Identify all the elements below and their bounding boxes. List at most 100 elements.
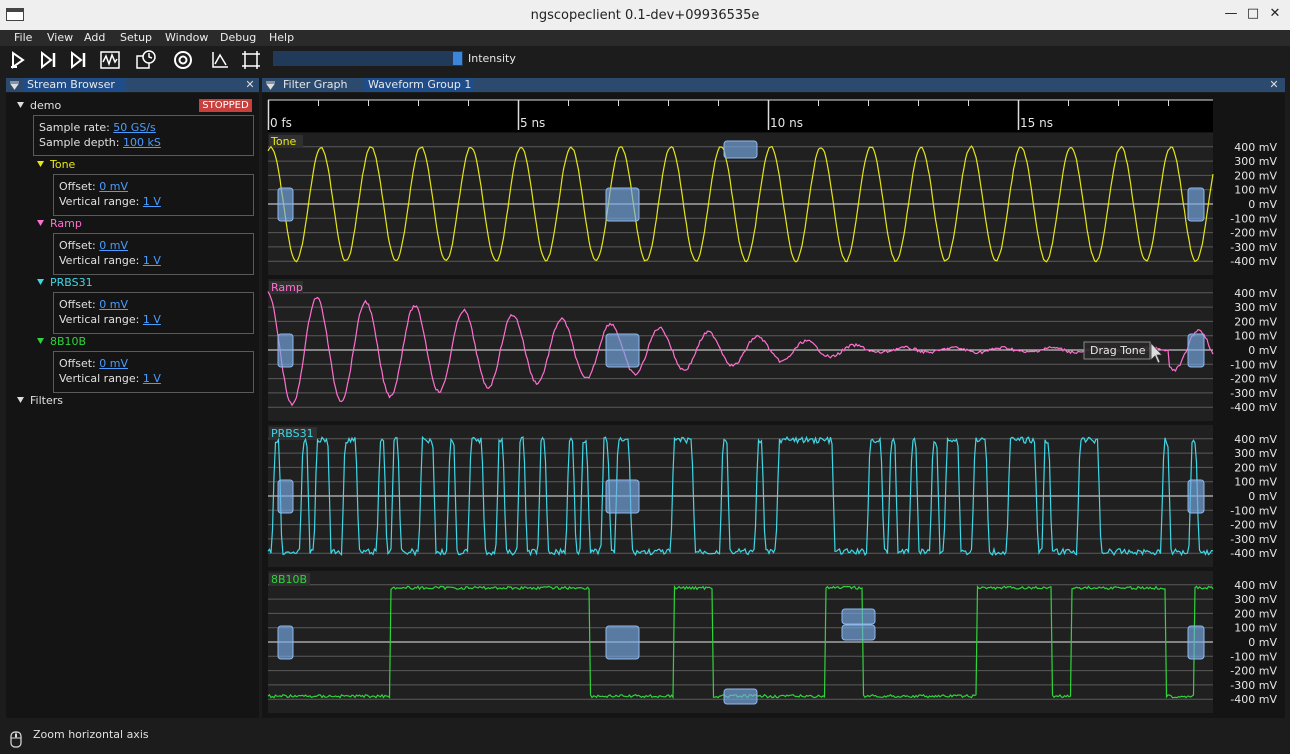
timeline-tick-label: 0 fs [270, 116, 292, 130]
drag-handle[interactable] [277, 333, 294, 368]
drag-handle[interactable] [277, 625, 294, 660]
tab-stream-browser[interactable]: Stream Browser [23, 78, 126, 92]
channel-name[interactable]: PRBS31 [50, 276, 93, 289]
expand-arrow-icon[interactable] [37, 220, 44, 227]
offset-link[interactable]: 0 mV [99, 239, 128, 252]
menu-view[interactable]: View [47, 31, 73, 44]
timeline-tick-label: 10 ns [770, 116, 803, 130]
drag-handle[interactable] [605, 187, 640, 222]
y-axis-label: -400 mV [1230, 547, 1277, 560]
drag-handle[interactable] [841, 624, 876, 641]
expand-arrow-icon[interactable] [37, 161, 44, 168]
offset-link[interactable]: 0 mV [99, 180, 128, 193]
y-axis-label: 400 mV [1234, 141, 1277, 154]
drag-handle[interactable] [1187, 187, 1205, 222]
vertical-range-link[interactable]: 1 V [143, 313, 161, 326]
vertical-range-link[interactable]: 1 V [143, 254, 161, 267]
y-axis-label: 100 mV [1234, 330, 1277, 343]
offset-link[interactable]: 0 mV [99, 298, 128, 311]
y-axis-label: -300 mV [1230, 387, 1277, 400]
drag-handle[interactable] [277, 479, 294, 514]
drag-handle[interactable] [277, 187, 294, 222]
expand-arrow-icon[interactable] [17, 102, 24, 109]
collapse-panel-icon[interactable] [10, 81, 19, 90]
drag-handle[interactable] [605, 479, 640, 514]
waveform-area[interactable]: 0 fs 5 ns 10 ns 15 ns400 mV300 mV200 mV100 … [262, 93, 1285, 718]
drag-handle[interactable] [605, 625, 640, 660]
measure-icon[interactable] [210, 50, 230, 70]
maximize-button[interactable]: □ [1245, 6, 1261, 22]
tab-filter-graph[interactable]: Filter Graph [279, 78, 365, 92]
vertical-range-link[interactable]: 1 V [143, 372, 161, 385]
channel-name[interactable]: Tone [50, 158, 75, 171]
menu-debug[interactable]: Debug [220, 31, 256, 44]
offset-link[interactable]: 0 mV [99, 357, 128, 370]
close-stream-browser-icon[interactable]: ✕ [244, 78, 256, 92]
history-icon[interactable] [136, 50, 156, 70]
intensity-slider[interactable] [273, 51, 463, 66]
offset-row: Offset: 0 mV [59, 180, 129, 193]
window-titlebar: ngscopeclient 0.1-dev+09936535e — □ ✕ [0, 0, 1290, 31]
tab-waveform-group[interactable]: Waveform Group 1 [364, 78, 474, 92]
single-trigger-icon[interactable] [39, 50, 59, 70]
drag-handle[interactable] [723, 688, 758, 705]
y-axis-label: -300 mV [1230, 533, 1277, 546]
timeline-ruler[interactable] [268, 100, 1213, 132]
arm-trigger-icon[interactable] [9, 50, 29, 70]
menu-add[interactable]: Add [84, 31, 105, 44]
drag-handle[interactable] [1187, 625, 1205, 660]
plot-label[interactable]: 8B10B [271, 573, 307, 586]
force-trigger-icon[interactable] [69, 50, 89, 70]
plot-label[interactable]: Ramp [271, 281, 303, 294]
timeline-tick-label: 5 ns [520, 116, 545, 130]
menu-window[interactable]: Window [165, 31, 208, 44]
fullscreen-icon[interactable] [241, 50, 261, 70]
menu-bar: File View Add Setup Window Debug Help [0, 30, 1290, 46]
drag-handle[interactable] [723, 140, 758, 159]
drag-handle[interactable] [841, 608, 876, 625]
y-axis-label: -200 mV [1230, 665, 1277, 678]
collapse-panel-icon[interactable] [266, 81, 275, 90]
instrument-name[interactable]: demo [30, 99, 61, 112]
sample-rate-link[interactable]: 50 GS/s [113, 121, 155, 134]
waveform-icon[interactable] [100, 50, 120, 70]
channel-name[interactable]: Ramp [50, 217, 82, 230]
y-axis-label: 0 mV [1248, 198, 1277, 211]
channel-name[interactable]: 8B10B [50, 335, 86, 348]
timeline-tick-label: 15 ns [1020, 116, 1053, 130]
expand-arrow-icon[interactable] [37, 279, 44, 286]
y-axis-label: 300 mV [1234, 447, 1277, 460]
vertical-range-row: Vertical range: 1 V [59, 313, 161, 326]
minimize-button[interactable]: — [1223, 6, 1239, 22]
y-axis-label: 200 mV [1234, 461, 1277, 474]
y-axis-label: -400 mV [1230, 401, 1277, 414]
intensity-slider-handle[interactable] [453, 52, 462, 65]
drag-handle[interactable] [1187, 333, 1205, 368]
plot-label[interactable]: PRBS31 [271, 427, 314, 440]
close-waveform-group-icon[interactable]: ✕ [1268, 78, 1280, 92]
y-axis-label: 200 mV [1234, 169, 1277, 182]
vertical-range-link[interactable]: 1 V [143, 195, 161, 208]
y-axis-label: 400 mV [1234, 579, 1277, 592]
vertical-range-row: Vertical range: 1 V [59, 195, 161, 208]
menu-setup[interactable]: Setup [120, 31, 152, 44]
y-axis-label: 200 mV [1234, 315, 1277, 328]
menu-file[interactable]: File [14, 31, 32, 44]
close-window-button[interactable]: ✕ [1267, 6, 1283, 22]
y-axis-label: 400 mV [1234, 287, 1277, 300]
timebase-icon[interactable] [173, 50, 193, 70]
menu-help[interactable]: Help [269, 31, 294, 44]
y-axis-label: -100 mV [1230, 650, 1277, 663]
y-axis-label: -100 mV [1230, 504, 1277, 517]
y-axis-label: -100 mV [1230, 212, 1277, 225]
filters-node[interactable]: Filters [30, 394, 63, 407]
expand-arrow-icon[interactable] [17, 397, 24, 404]
drag-handle[interactable] [1187, 479, 1205, 514]
drag-handle[interactable] [605, 333, 640, 368]
plot-label[interactable]: Tone [270, 135, 297, 148]
expand-arrow-icon[interactable] [37, 338, 44, 345]
y-axis-label: 0 mV [1248, 636, 1277, 649]
mouse-icon [10, 731, 22, 748]
sample-depth-link[interactable]: 100 kS [123, 136, 161, 149]
y-axis-label: -100 mV [1230, 358, 1277, 371]
